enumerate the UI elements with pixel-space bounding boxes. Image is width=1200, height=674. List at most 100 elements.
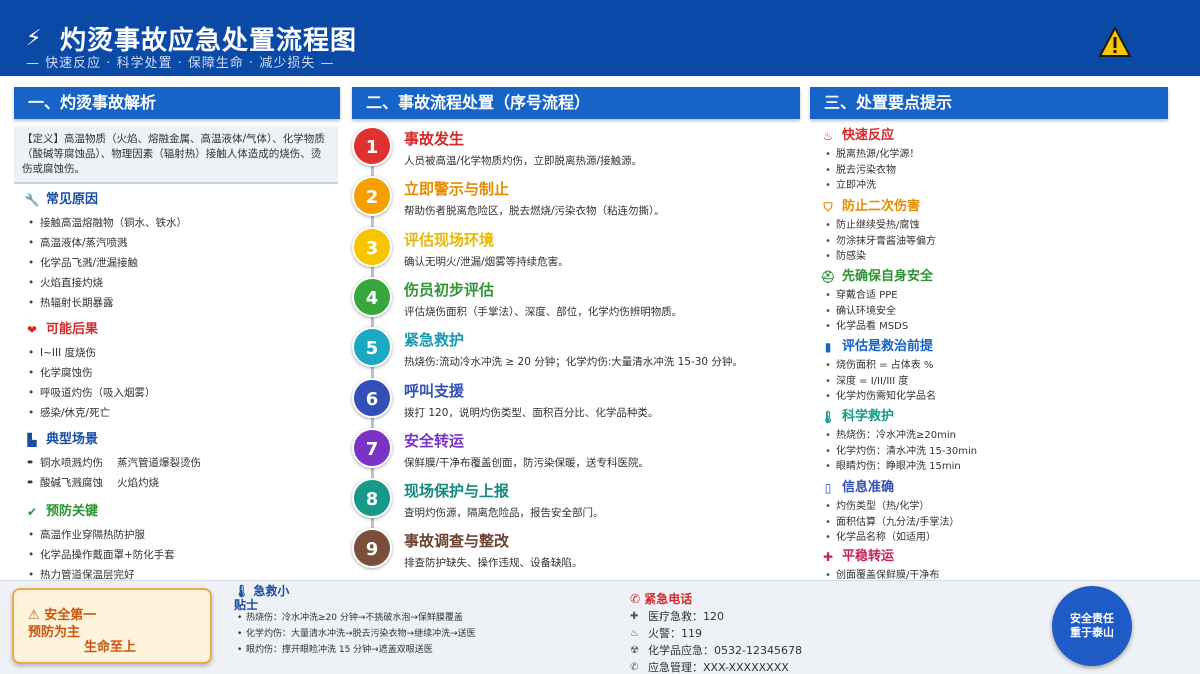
tip-item: 穿戴合适 PPE <box>820 288 1180 304</box>
causes-item: 热辐射长期暴露 <box>24 293 340 313</box>
step-title: 现场保护与上报 <box>404 482 510 501</box>
causes-item: 高温液体/蒸汽喷溅 <box>24 233 340 253</box>
step-number: 7 <box>352 427 392 468</box>
step-number: 4 <box>352 276 392 317</box>
tip-item: 化学灼伤：清水冲洗 15-30min <box>820 444 1180 460</box>
step-description: 热烧伤:流动冷水冲洗 ≥ 20 分钟；化学灼伤:大量清水冲洗 15-30 分钟。 <box>404 356 743 369</box>
step-title: 事故调查与整改 <box>404 532 510 551</box>
tip-group-title: 信息准确 <box>842 480 895 495</box>
ambulance-icon: ✚ <box>822 550 834 564</box>
tip-item: 眼睛灼伤：睁眼冲洗 15min <box>820 459 1180 475</box>
tip-line: 眼灼伤：撑开眼睑冲洗 15 分钟→遮盖双眼送医 <box>234 642 476 658</box>
tip-item: 立即冲洗 <box>820 178 1180 194</box>
step-title: 安全转运 <box>404 431 465 450</box>
tip-item: 确认环境安全 <box>820 304 1180 320</box>
step-number: 2 <box>352 176 392 217</box>
tip-group: ▮ 评估是救治前提烧伤面积 = 占体表 %深度 = I/II/III 度化学灼伤需… <box>820 338 1180 405</box>
step-description: 确认无明火/泄漏/烟雾等持续危害。 <box>404 255 569 268</box>
section-header-tips: 三、处置要点提示 <box>810 87 1168 119</box>
process-step: 7 安全转运 保鲜膜/干净布覆盖创面，防污染保暖，送专科医院。 <box>352 426 800 476</box>
section-header-analysis: 一、灼烫事故解析 <box>14 87 340 119</box>
safety-slogan-box: ⚠ 安全第一 预防为主 生命至上 <box>12 588 212 664</box>
process-step: 6 呼叫支援 拨打 120，说明灼伤类型、面积百分比、化学品种类。 <box>352 376 800 426</box>
tip-item: 热烧伤：冷水冲洗≥20min <box>820 428 1180 444</box>
thermometer-icon: 🌡 <box>234 584 254 598</box>
emergency-row: ✚ 医疗急救：120 <box>630 608 890 625</box>
definition-box: 【定义】高温物质（火焰、熔融金属、高温液体/气体）、化学物质（酸碱等腐蚀品）、物… <box>14 126 338 184</box>
emergency-number: 应急管理：XXX-XXXXXXXX <box>648 661 789 674</box>
tip-item: 防感染 <box>820 249 1180 265</box>
tip-item: 脱去污染衣物 <box>820 163 1180 179</box>
step-description: 排查防护缺失、操作违规、设备缺陷。 <box>404 557 583 570</box>
warning-icon <box>1098 26 1132 57</box>
seal-line-1: 安全责任 <box>1070 612 1114 625</box>
prevention-item: 高温作业穿隔热防护服 <box>24 525 340 545</box>
tip-group-title: 科学救护 <box>842 409 895 424</box>
phone-icon: ✆ <box>630 662 639 673</box>
process-step: 3 评估现场环境 确认无明火/泄漏/烟雾等持续危害。 <box>352 225 800 275</box>
shield-icon: ⛉ <box>823 200 833 214</box>
page-subtitle: — 快速反应 · 科学处置 · 保障生命 · 减少损失 — <box>26 56 335 71</box>
step-title: 紧急救护 <box>404 331 465 350</box>
emergency-row: ☢ 化学品应急：0532-12345678 <box>630 642 890 659</box>
process-step: 4 伤员初步评估 评估烧伤面积（手掌法）、深度、部位，化学灼伤辨明物质。 <box>352 275 800 325</box>
prevention-title: 预防关键 <box>46 504 99 519</box>
responsibility-seal: 安全责任 重于泰山 <box>1052 586 1132 666</box>
step-number: 8 <box>352 478 392 519</box>
step-title: 立即警示与制止 <box>404 180 510 199</box>
document-icon: ▯ <box>824 481 832 495</box>
slogan-line-3: 生命至上 <box>84 640 137 655</box>
tips-list: 热烧伤：冷水冲洗≥20 分钟→不挑破水泡→保鲜膜覆盖化学灼伤：大量清水冲洗→脱去… <box>234 610 476 658</box>
helmet-icon: ⛑ <box>820 270 836 284</box>
tip-group: 🌡 科学救护热烧伤：冷水冲洗≥20min化学灼伤：清水冲洗 15-30min眼睛灼… <box>820 408 1180 475</box>
tip-item: 防止继续受热/腐蚀 <box>820 218 1180 234</box>
tip-group-title: 快速反应 <box>842 128 895 143</box>
lightning-icon: ⚡ <box>26 26 42 51</box>
consequences-item: I~III 度烧伤 <box>24 343 340 363</box>
tip-list: 灼伤类型（热/化学）面积估算（九分法/手掌法）化学品名称（如适用） <box>820 499 1180 546</box>
process-step: 8 现场保护与上报 查明灼伤源，隔离危险品，报告安全部门。 <box>352 476 800 526</box>
causes-group: 🔧 常见原因 接触高温熔融物（铜水、铁水）高温液体/蒸汽喷溅化学品飞溅/泄漏接触… <box>24 191 340 313</box>
step-description: 帮助伤者脱离危险区，脱去燃烧/污染衣物（粘连勿撕）。 <box>404 205 665 218</box>
fire-icon: ♨ <box>630 628 639 639</box>
tip-group: ✚平稳转运创面覆盖保鲜膜/干净布 <box>820 548 1180 584</box>
causes-title: 常见原因 <box>46 192 99 207</box>
step-description: 评估烧伤面积（手掌法）、深度、部位，化学灼伤辨明物质。 <box>404 305 683 318</box>
step-number: 5 <box>352 327 392 368</box>
process-step: 5 紧急救护热烧伤:流动冷水冲洗 ≥ 20 分钟；化学灼伤:大量清水冲洗 15-3… <box>352 325 800 375</box>
tip-group-title: 防止二次伤害 <box>842 199 921 214</box>
prevention-group: ✔ 预防关键 高温作业穿隔热防护服化学品操作戴面罩+防化手套热力管道保温层完好 <box>24 503 340 585</box>
hospital-icon: ✚ <box>630 611 639 622</box>
scene-item: • 蒸汽管道爆裂烫伤 <box>26 457 201 469</box>
step-title: 评估现场环境 <box>404 230 495 249</box>
scenes-list: 铜水喷溅灼伤•蒸汽管道爆裂烫伤 酸碱飞溅腐蚀•火焰灼烧 <box>24 453 340 493</box>
tip-item: 烧伤面积 = 占体表 % <box>820 358 1180 374</box>
tip-list: 烧伤面积 = 占体表 %深度 = I/II/III 度化学灼伤需知化学品名 <box>820 358 1180 405</box>
step-title: 呼叫支援 <box>404 381 465 400</box>
step-description: 拨打 120，说明灼伤类型、面积百分比、化学品种类。 <box>404 406 659 419</box>
tip-line: 化学灼伤：大量清水冲洗→脱去污染衣物→继续冲洗→送医 <box>234 626 476 642</box>
tip-group: ⛑ 先确保自身安全穿戴合适 PPE确认环境安全化学品看 MSDS <box>820 268 1180 335</box>
tip-item: 化学品看 MSDS <box>820 319 1180 335</box>
seal-line-2: 重于泰山 <box>1070 626 1114 639</box>
tip-group: ♨ 快速反应脱离热源/化学源！脱去污染衣物立即冲洗 <box>820 127 1180 194</box>
heart-icon: ❤ <box>26 323 38 337</box>
process-step: 1 事故发生 人员被高温/化学物质灼伤，立即脱离热源/接触源。 <box>352 124 800 174</box>
scenes-title: 典型场景 <box>46 432 99 447</box>
step-number: 9 <box>352 528 392 569</box>
factory-icon: ▙ <box>27 433 37 447</box>
emergency-row: ✆ 应急管理：XXX-XXXXXXXX <box>630 659 890 674</box>
emergency-number: 医疗急救：120 <box>648 610 724 623</box>
consequences-title: 可能后果 <box>46 322 99 337</box>
hazard-icon: ☢ <box>630 645 639 656</box>
process-step: 9 事故调查与整改排查防护缺失、操作违规、设备缺陷。 <box>352 526 800 576</box>
causes-item: 火焰直接灼烧 <box>24 273 340 293</box>
scene-row: 铜水喷溅灼伤•蒸汽管道爆裂烫伤 <box>24 453 340 473</box>
consequences-item: 呼吸道灼伤（吸入烟雾） <box>24 383 340 403</box>
tip-item: 勿涂抹牙膏酱油等偏方 <box>820 234 1180 250</box>
tip-item: 化学品名称（如适用） <box>820 530 1180 546</box>
emergency-row: ♨ 火警：119 <box>630 625 890 642</box>
tip-list: 热烧伤：冷水冲洗≥20min化学灼伤：清水冲洗 15-30min眼睛灼伤：睁眼冲… <box>820 428 1180 475</box>
causes-item: 化学品飞溅/泄漏接触 <box>24 253 340 273</box>
process-step: 2 立即警示与制止帮助伤者脱离危险区，脱去燃烧/污染衣物（粘连勿撕）。 <box>352 174 800 224</box>
